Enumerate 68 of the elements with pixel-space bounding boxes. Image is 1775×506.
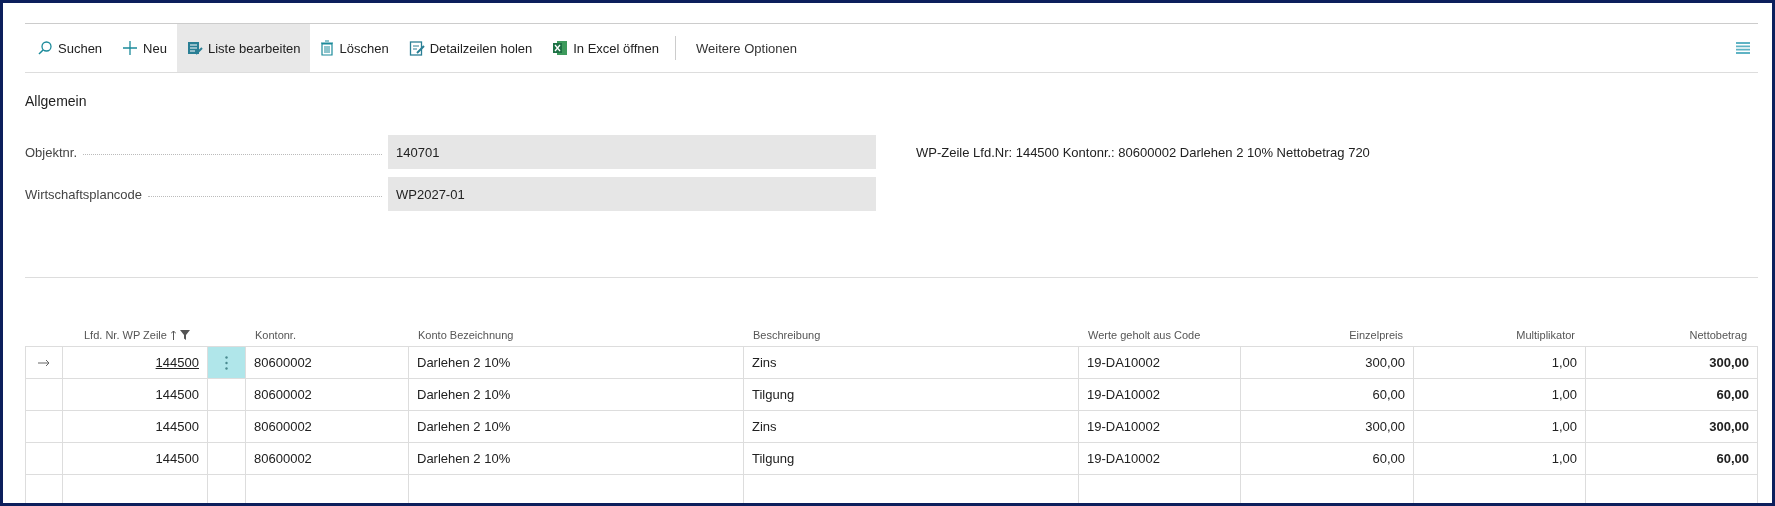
field-label: Wirtschaftsplancode — [25, 186, 143, 202]
table-cell: Tilgung — [752, 451, 795, 466]
table-cell: 80600002 — [254, 355, 312, 370]
list-edit-icon — [186, 40, 203, 56]
search-icon — [37, 40, 53, 56]
field-label: Objektnr. — [25, 144, 78, 160]
table-row[interactable]: 144500 80600002 Darlehen 2 10% Zins 19-DA10002 300,00 1,00 300,00 — [25, 347, 1758, 379]
table-cell: 300,00 — [1709, 355, 1749, 370]
table-cell: 80600002 — [254, 387, 312, 402]
table-cell: Zins — [752, 355, 777, 370]
table-cell: 144500 — [155, 355, 199, 370]
table-cell: 1,00 — [1551, 419, 1577, 434]
table-cell: 19-DA10002 — [1087, 387, 1160, 402]
column-header[interactable]: Multiplikator — [1516, 329, 1575, 341]
list-view-icon[interactable] — [1736, 42, 1750, 54]
table-cell: 60,00 — [1372, 387, 1405, 402]
table-cell: Darlehen 2 10% — [417, 387, 511, 402]
table-cell: 1,00 — [1551, 355, 1577, 370]
table-row[interactable]: 144500 80600002 Darlehen 2 10% Tilgung 19-DA10002 60,00 1,00 60,00 — [25, 379, 1758, 411]
toolbar-button[interactable]: Liste bearbeiten — [176, 24, 311, 72]
table-cell: 144500 — [155, 387, 199, 402]
row-arrow-icon — [38, 358, 50, 367]
table-cell: 60,00 — [1716, 451, 1749, 466]
table-cell: 19-DA10002 — [1087, 451, 1160, 466]
plus-icon — [122, 40, 139, 56]
column-header[interactable]: Kontonr. — [255, 329, 296, 341]
table-cell: Darlehen 2 10% — [417, 451, 511, 466]
table-cell: 300,00 — [1365, 355, 1405, 370]
table-cell: 19-DA10002 — [1087, 355, 1160, 370]
table-cell: 80600002 — [254, 451, 312, 466]
column-header[interactable]: Werte geholt aus Code — [1088, 329, 1201, 341]
table-cell: Darlehen 2 10% — [417, 355, 511, 370]
sort-arrow-icon — [170, 330, 176, 340]
input-field[interactable]: 140701 — [388, 135, 876, 169]
table-cell: Darlehen 2 10% — [417, 419, 511, 434]
column-header[interactable]: Beschreibung — [753, 329, 821, 341]
spreadsheet-icon — [552, 40, 569, 56]
toolbar-button[interactable]: Löschen — [310, 24, 399, 72]
toolbar-button[interactable]: Detailzeilen holen — [398, 24, 543, 72]
column-header[interactable]: Einzelpreis — [1349, 329, 1403, 341]
table-cell: 1,00 — [1551, 451, 1577, 466]
table-cell: 60,00 — [1716, 387, 1749, 402]
row-menu-icon[interactable] — [225, 355, 228, 370]
filter-icon — [179, 330, 190, 340]
trash-icon — [320, 40, 335, 56]
toolbar-button[interactable]: Neu — [112, 24, 177, 72]
toolbar-button[interactable]: Suchen — [25, 24, 113, 72]
table-cell: 1,00 — [1551, 387, 1577, 402]
table-cell: 60,00 — [1372, 451, 1405, 466]
table-cell: Tilgung — [752, 387, 795, 402]
document-edit-icon — [408, 40, 425, 56]
column-header[interactable]: Lfd. Nr. WP Zeile — [84, 329, 167, 341]
toolbar-button[interactable]: In Excel öffnen — [542, 24, 669, 72]
table-cell: Zins — [752, 419, 777, 434]
column-header[interactable]: Konto Bezeichnung — [418, 329, 514, 341]
info-text: WP-Zeile Lfd.Nr: 144500 Kontonr.: 80600002 Darlehen 2 10% Nettobetrag 720 — [916, 145, 1370, 162]
more-options-button[interactable]: Weitere Optionen — [682, 24, 807, 72]
table-cell: 300,00 — [1709, 419, 1749, 434]
input-field[interactable]: WP2027-01 — [388, 177, 876, 211]
section-title: Allgemein — [25, 93, 88, 109]
table-cell: 300,00 — [1365, 419, 1405, 434]
table-cell: 144500 — [155, 451, 199, 466]
table-row[interactable]: 144500 80600002 Darlehen 2 10% Zins 19-DA10002 300,00 1,00 300,00 — [25, 411, 1758, 443]
table-cell: 144500 — [155, 419, 199, 434]
column-header[interactable]: Nettobetrag — [1689, 329, 1747, 341]
table-cell: 19-DA10002 — [1087, 419, 1160, 434]
table-row[interactable]: 144500 80600002 Darlehen 2 10% Tilgung 19-DA10002 60,00 1,00 60,00 — [25, 443, 1758, 475]
table-cell: 80600002 — [254, 419, 312, 434]
